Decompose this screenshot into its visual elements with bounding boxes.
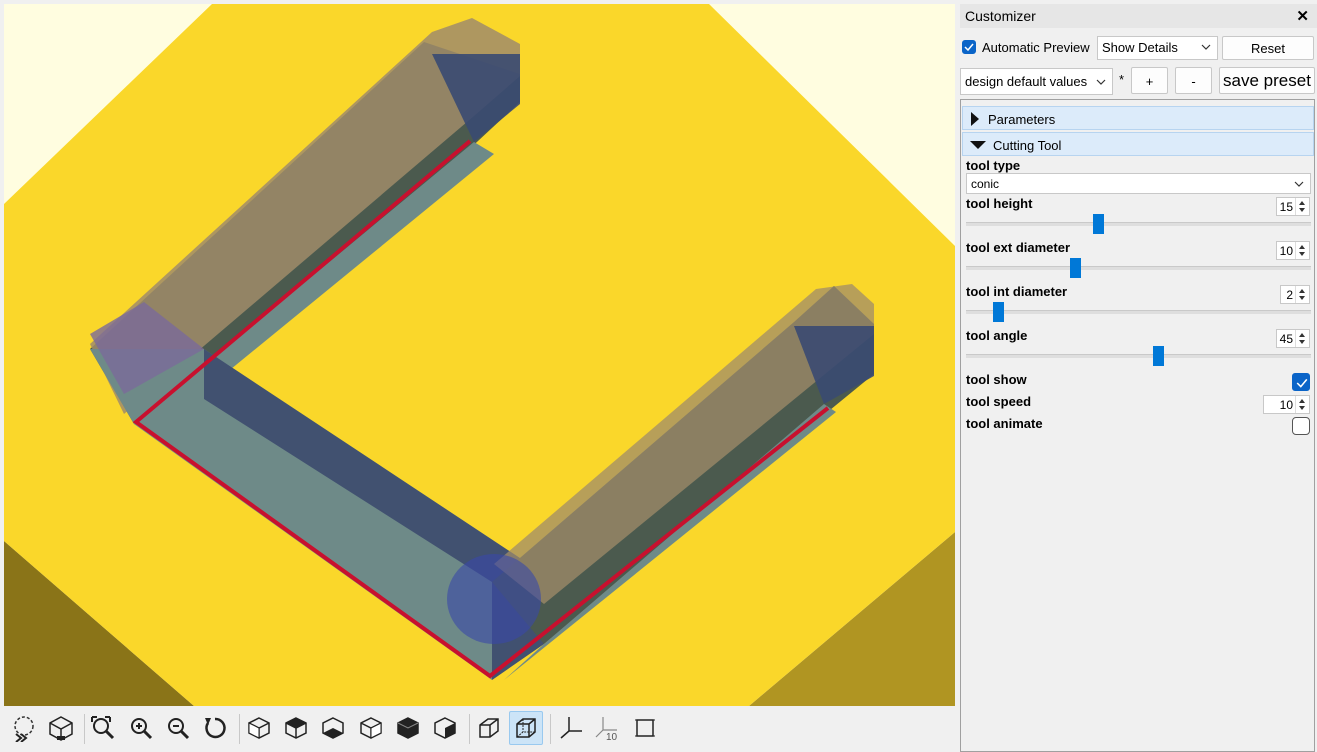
tool-ext-diameter-slider[interactable] (966, 266, 1311, 270)
view-top-icon[interactable] (279, 711, 313, 745)
caret-right-icon (971, 112, 979, 126)
tool-ext-diameter-spinbox[interactable]: 10 (1276, 241, 1310, 260)
chevron-down-icon (1294, 181, 1304, 187)
customizer-panel: Customizer ✕ Automatic Preview Show Deta… (960, 4, 1317, 752)
automatic-preview-label: Automatic Preview (982, 40, 1090, 55)
tool-ext-diameter-value: 10 (1279, 244, 1293, 258)
tool-height-value: 15 (1279, 200, 1293, 214)
add-preset-label: + (1145, 74, 1154, 89)
add-preset-button[interactable]: + (1131, 67, 1168, 94)
show-axes-icon[interactable] (554, 711, 588, 745)
tool-animate-label: tool animate (966, 416, 1043, 431)
tool-corner-bottom (447, 554, 541, 644)
tool-ext-diameter-label: tool ext diameter (966, 240, 1071, 255)
show-details-select[interactable]: Show Details (1097, 36, 1218, 60)
preset-select[interactable]: design default values (960, 68, 1113, 95)
spin-arrows-icon (1295, 198, 1305, 215)
view-all-icon[interactable] (86, 711, 120, 745)
orthogonal-icon[interactable] (509, 711, 543, 745)
group-parameters-label: Parameters (988, 112, 1056, 127)
view-front-icon[interactable] (391, 711, 425, 745)
tool-show-checkbox[interactable] (1292, 373, 1310, 391)
show-edges-icon[interactable] (628, 711, 662, 745)
preset-value: design default values (965, 74, 1088, 89)
parameter-tree: Parameters Cutting Tool tool type conic … (960, 99, 1315, 752)
chevron-down-icon (1096, 79, 1106, 85)
remove-preset-label: - (1191, 74, 1196, 89)
save-preset-button[interactable]: save preset (1219, 67, 1315, 94)
tool-angle-slider-thumb[interactable] (1153, 346, 1165, 366)
tool-int-diameter-spinbox[interactable]: 2 (1280, 285, 1310, 304)
group-cutting-tool[interactable]: Cutting Tool (962, 132, 1314, 156)
tool-angle-slider[interactable] (966, 354, 1311, 358)
spin-arrows-icon (1295, 286, 1305, 303)
reset-view-icon[interactable] (198, 711, 232, 745)
customizer-title: Customizer (965, 8, 1036, 24)
customizer-titlebar: Customizer ✕ (960, 4, 1317, 28)
tool-height-spinbox[interactable]: 15 (1276, 197, 1310, 216)
tool-height-slider[interactable] (966, 222, 1311, 226)
tool-int-diameter-slider[interactable] (966, 310, 1311, 314)
view-back-icon[interactable] (428, 711, 462, 745)
tool-speed-value: 10 (1279, 398, 1293, 412)
view-right-icon[interactable] (242, 711, 276, 745)
3d-viewport[interactable] (4, 4, 955, 706)
model-render (4, 4, 955, 706)
view-toolbar: 10 (4, 708, 955, 752)
view-left-icon[interactable] (354, 711, 388, 745)
zoom-out-icon[interactable] (161, 711, 195, 745)
tool-height-slider-thumb[interactable] (1092, 214, 1104, 234)
tool-angle-value: 45 (1279, 332, 1293, 346)
tool-speed-label: tool speed (966, 394, 1032, 409)
tool-int-diameter-label: tool int diameter (966, 284, 1068, 299)
render-button-icon[interactable] (44, 711, 78, 745)
spin-arrows-icon (1295, 396, 1305, 413)
tool-int-diameter-value: 2 (1286, 288, 1293, 302)
reset-button-label: Reset (1251, 41, 1285, 56)
spin-arrows-icon (1295, 330, 1305, 347)
tool-angle-spinbox[interactable]: 45 (1276, 329, 1310, 348)
zoom-in-icon[interactable] (124, 711, 158, 745)
show-details-value: Show Details (1102, 40, 1178, 55)
tool-type-label: tool type (966, 158, 1021, 173)
preset-modified-marker: * (1119, 72, 1125, 87)
remove-preset-button[interactable]: - (1175, 67, 1212, 94)
automatic-preview-checkbox[interactable] (962, 40, 976, 54)
caret-down-icon (970, 141, 986, 149)
scale-marker-label: 10 (606, 732, 618, 741)
view-bottom-icon[interactable] (316, 711, 350, 745)
tool-show-label: tool show (966, 372, 1027, 387)
show-scale-markers-icon[interactable]: 10 (591, 711, 625, 745)
tool-animate-checkbox[interactable] (1292, 417, 1310, 435)
reset-button[interactable]: Reset (1222, 36, 1314, 60)
tool-type-select[interactable]: conic (966, 173, 1311, 194)
tool-angle-label: tool angle (966, 328, 1028, 343)
tool-height-label: tool height (966, 196, 1033, 211)
chevron-down-icon (1201, 44, 1211, 50)
tool-ext-diameter-slider-thumb[interactable] (1069, 258, 1081, 278)
perspective-icon[interactable] (472, 711, 506, 745)
spin-arrows-icon (1295, 242, 1305, 259)
group-cutting-tool-label: Cutting Tool (993, 138, 1062, 153)
close-icon[interactable]: ✕ (1296, 7, 1309, 25)
tool-int-diameter-slider-thumb[interactable] (992, 302, 1004, 322)
preview-button-icon[interactable] (7, 711, 41, 745)
group-parameters[interactable]: Parameters (962, 106, 1314, 130)
tool-speed-spinbox[interactable]: 10 (1263, 395, 1310, 414)
save-preset-label: save preset (1223, 71, 1311, 90)
tool-type-value: conic (971, 177, 1000, 191)
